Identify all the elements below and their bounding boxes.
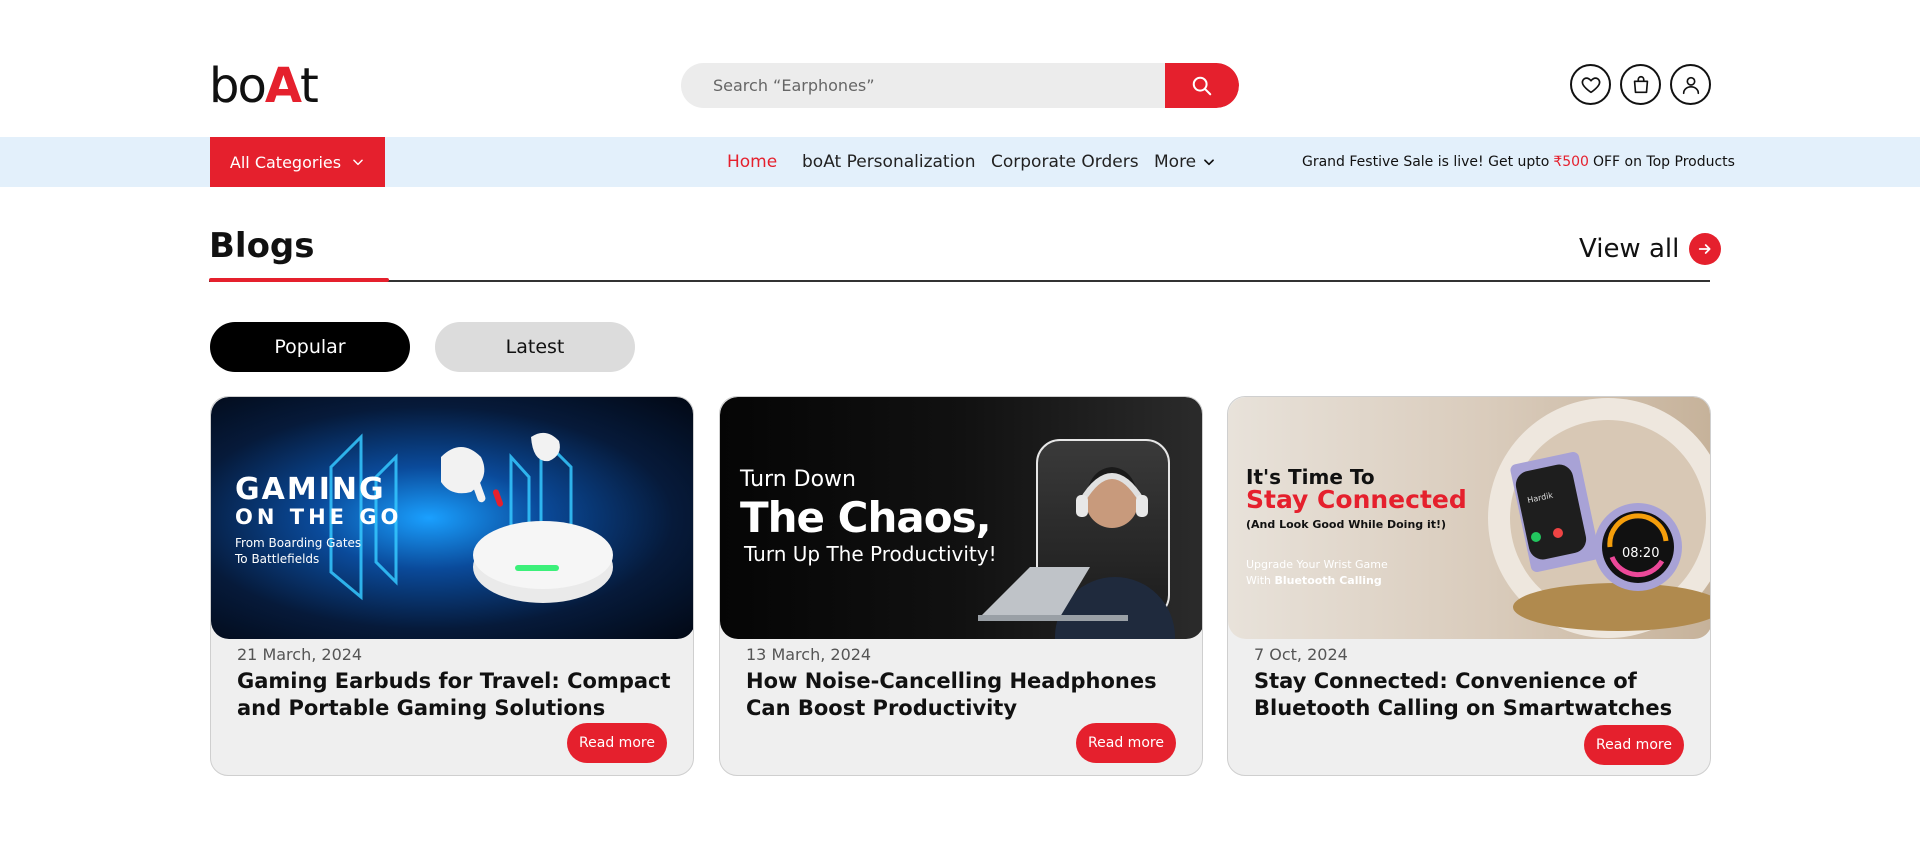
all-categories-label: All Categories	[229, 152, 342, 172]
blog-date: 13 March, 2024	[746, 645, 872, 664]
view-all-label: View all	[1579, 234, 1680, 264]
read-more-button[interactable]: Read more	[1076, 723, 1176, 763]
blog-card-image-smartwatch[interactable]: 08:20 Hardik It's Time To Stay Connected…	[1228, 397, 1710, 639]
banner-text-stay-connected: Stay Connected	[1246, 485, 1467, 514]
banner-text-look-good: (And Look Good While Doing it!)	[1246, 518, 1447, 531]
logo-text-t: t	[300, 58, 319, 114]
blog-card[interactable]: 08:20 Hardik It's Time To Stay Connected…	[1227, 396, 1711, 776]
user-icon	[1682, 76, 1699, 94]
banner-text-upgrade: Upgrade Your Wrist Game With Bluetooth C…	[1246, 557, 1388, 589]
logo-text-bo: bo	[209, 58, 267, 114]
banner-tagline-line2: To Battlefields	[235, 552, 320, 566]
wishlist-button[interactable]	[1570, 64, 1611, 105]
nav-link-home[interactable]: Home	[727, 137, 777, 187]
promo-amount: ₹500	[1553, 154, 1589, 170]
banner-upgrade-bold: Bluetooth Calling	[1274, 574, 1382, 587]
blog-card-image-productivity[interactable]: Turn Down The Chaos, Turn Up The Product…	[720, 397, 1202, 639]
blog-title[interactable]: Stay Connected: Convenience of Bluetooth…	[1254, 668, 1694, 722]
heart-icon	[1581, 76, 1600, 93]
logo-text-a: A	[264, 58, 302, 114]
banner-text-tagline: From Boarding Gates To Battlefields	[235, 535, 361, 567]
nav-bar: All Categories Home boAt Personalization…	[0, 137, 1920, 187]
search-input[interactable]	[681, 63, 1165, 108]
banner-text-productivity: Turn Up The Productivity!	[744, 542, 997, 566]
banner-text-turn-down: Turn Down	[740, 467, 856, 492]
blogs-heading: Blogs	[209, 226, 315, 266]
cart-button[interactable]	[1620, 64, 1661, 105]
banner-upgrade-line2: With Bluetooth Calling	[1246, 573, 1388, 589]
blog-card[interactable]: GAMING ON THE GO From Boarding Gates To …	[210, 396, 694, 776]
blog-title[interactable]: How Noise-Cancelling Headphones Can Boos…	[746, 668, 1186, 722]
search-icon	[1192, 76, 1212, 95]
banner-upgrade-line1: Upgrade Your Wrist Game	[1246, 558, 1388, 571]
arrow-right-icon	[1689, 233, 1722, 265]
search-button[interactable]	[1165, 63, 1239, 108]
all-categories-button[interactable]: All Categories	[210, 137, 385, 187]
promo-banner-text: Grand Festive Sale is live! Get upto ₹500…	[1302, 137, 1735, 187]
watch-time-text: 08:20	[1622, 546, 1659, 561]
banner-text-the-chaos: The Chaos,	[740, 493, 992, 542]
read-more-button[interactable]: Read more	[1584, 725, 1684, 765]
search-bar	[681, 63, 1239, 108]
chevron-down-icon	[353, 159, 363, 166]
section-divider	[209, 280, 1710, 282]
view-all-link[interactable]: View all	[1579, 232, 1722, 266]
boat-logo[interactable]: boAt	[209, 62, 319, 110]
heading-underline	[209, 278, 389, 282]
blog-date: 7 Oct, 2024	[1254, 645, 1348, 664]
shopping-bag-icon	[1633, 75, 1648, 93]
promo-prefix: Grand Festive Sale is live! Get upto	[1302, 154, 1550, 170]
banner-text-gaming: GAMING	[235, 472, 386, 507]
tab-latest[interactable]: Latest	[435, 322, 635, 372]
blog-date: 21 March, 2024	[237, 645, 363, 664]
banner-text-on-the-go: ON THE GO	[235, 505, 403, 529]
account-button[interactable]	[1670, 64, 1711, 105]
blog-card[interactable]: Turn Down The Chaos, Turn Up The Product…	[719, 396, 1203, 776]
read-more-button[interactable]: Read more	[567, 723, 667, 763]
nav-link-corporate-orders[interactable]: Corporate Orders	[991, 137, 1139, 187]
chevron-down-icon	[1204, 159, 1215, 166]
promo-suffix: OFF on Top Products	[1592, 154, 1735, 170]
banner-tagline-line1: From Boarding Gates	[235, 536, 362, 550]
blog-card-image-gaming[interactable]: GAMING ON THE GO From Boarding Gates To …	[211, 397, 693, 639]
blog-title[interactable]: Gaming Earbuds for Travel: Compact and P…	[237, 668, 677, 722]
nav-link-personalization[interactable]: boAt Personalization	[802, 137, 976, 187]
banner-upgrade-prefix: With	[1246, 574, 1271, 587]
nav-more-label: More	[1154, 152, 1197, 172]
site-header: boAt	[0, 0, 1920, 137]
nav-link-more[interactable]: More	[1154, 137, 1216, 187]
tab-popular[interactable]: Popular	[210, 322, 410, 372]
